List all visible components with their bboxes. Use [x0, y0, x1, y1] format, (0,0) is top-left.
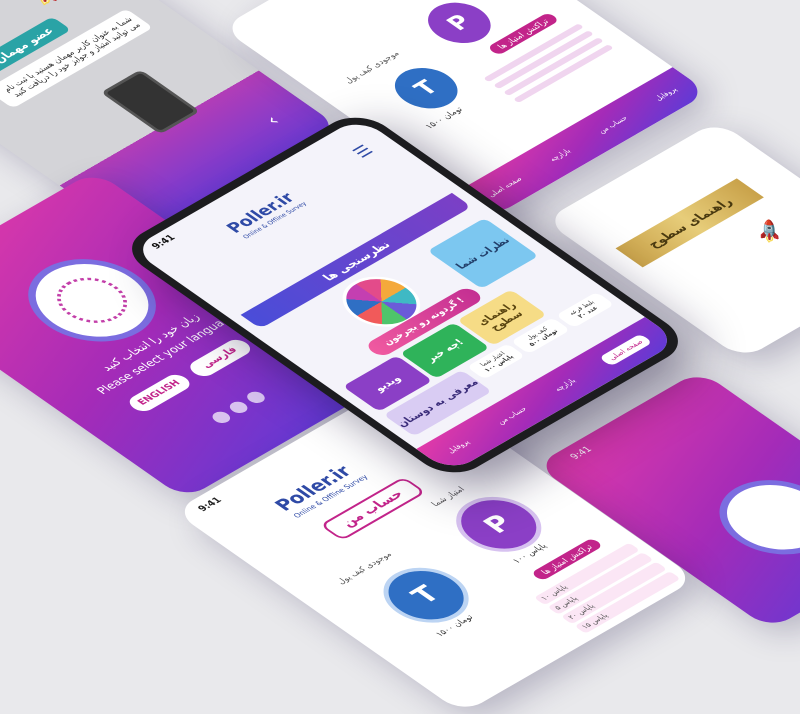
history-row	[503, 37, 604, 97]
social-icons	[208, 389, 269, 426]
credit-label: امتیاز شما	[429, 485, 467, 508]
telegram-icon[interactable]	[226, 399, 252, 416]
nav-home[interactable]: صفحه اصلی	[598, 333, 654, 367]
nav-profile[interactable]: پروفایل	[653, 86, 679, 102]
status-time: 9:41	[196, 496, 225, 514]
status-time: 9:41	[149, 233, 179, 252]
nav-account[interactable]: حساب من	[495, 405, 529, 425]
instagram-icon[interactable]	[208, 409, 234, 426]
your-polls-tile[interactable]: نظرات شما	[427, 217, 539, 289]
status-time: 9:41	[568, 445, 595, 462]
history-list: ۱۰ پاپاس ۵ پاپاس ۲۰ پاپاس ۱۵ پاپاس	[531, 541, 683, 636]
wallet-value: ۱۵۰۰ تومان	[423, 105, 465, 131]
web-icon[interactable]	[243, 389, 269, 406]
nav-home[interactable]: صفحه اصلی	[486, 175, 524, 198]
banner-image	[190, 157, 461, 321]
coin-p-icon: P	[415, 0, 504, 52]
wallet-label: موجودی کیف پول	[334, 550, 394, 586]
nav-market[interactable]: بازارچه	[553, 377, 578, 393]
network-globe-icon	[42, 268, 142, 333]
nav-market[interactable]: بازارچه	[547, 147, 572, 163]
nav-profile[interactable]: پروفایل	[445, 439, 471, 455]
history-list	[479, 20, 619, 106]
logo-circle	[695, 465, 800, 570]
rocket-icon: 🚀	[747, 217, 791, 246]
mockup-canvas: { "center_phone": { "status_time": "9:41…	[0, 0, 800, 714]
menu-icon[interactable]: ☰	[348, 142, 378, 161]
nav-account[interactable]: حساب من	[596, 115, 630, 135]
wallet-label: موجودی کیف پول	[342, 49, 402, 85]
stat-tickets[interactable]: بلیط قرعه ۲۰ عدد	[555, 291, 615, 329]
levels-title: راهنمای سطوح	[615, 178, 764, 268]
